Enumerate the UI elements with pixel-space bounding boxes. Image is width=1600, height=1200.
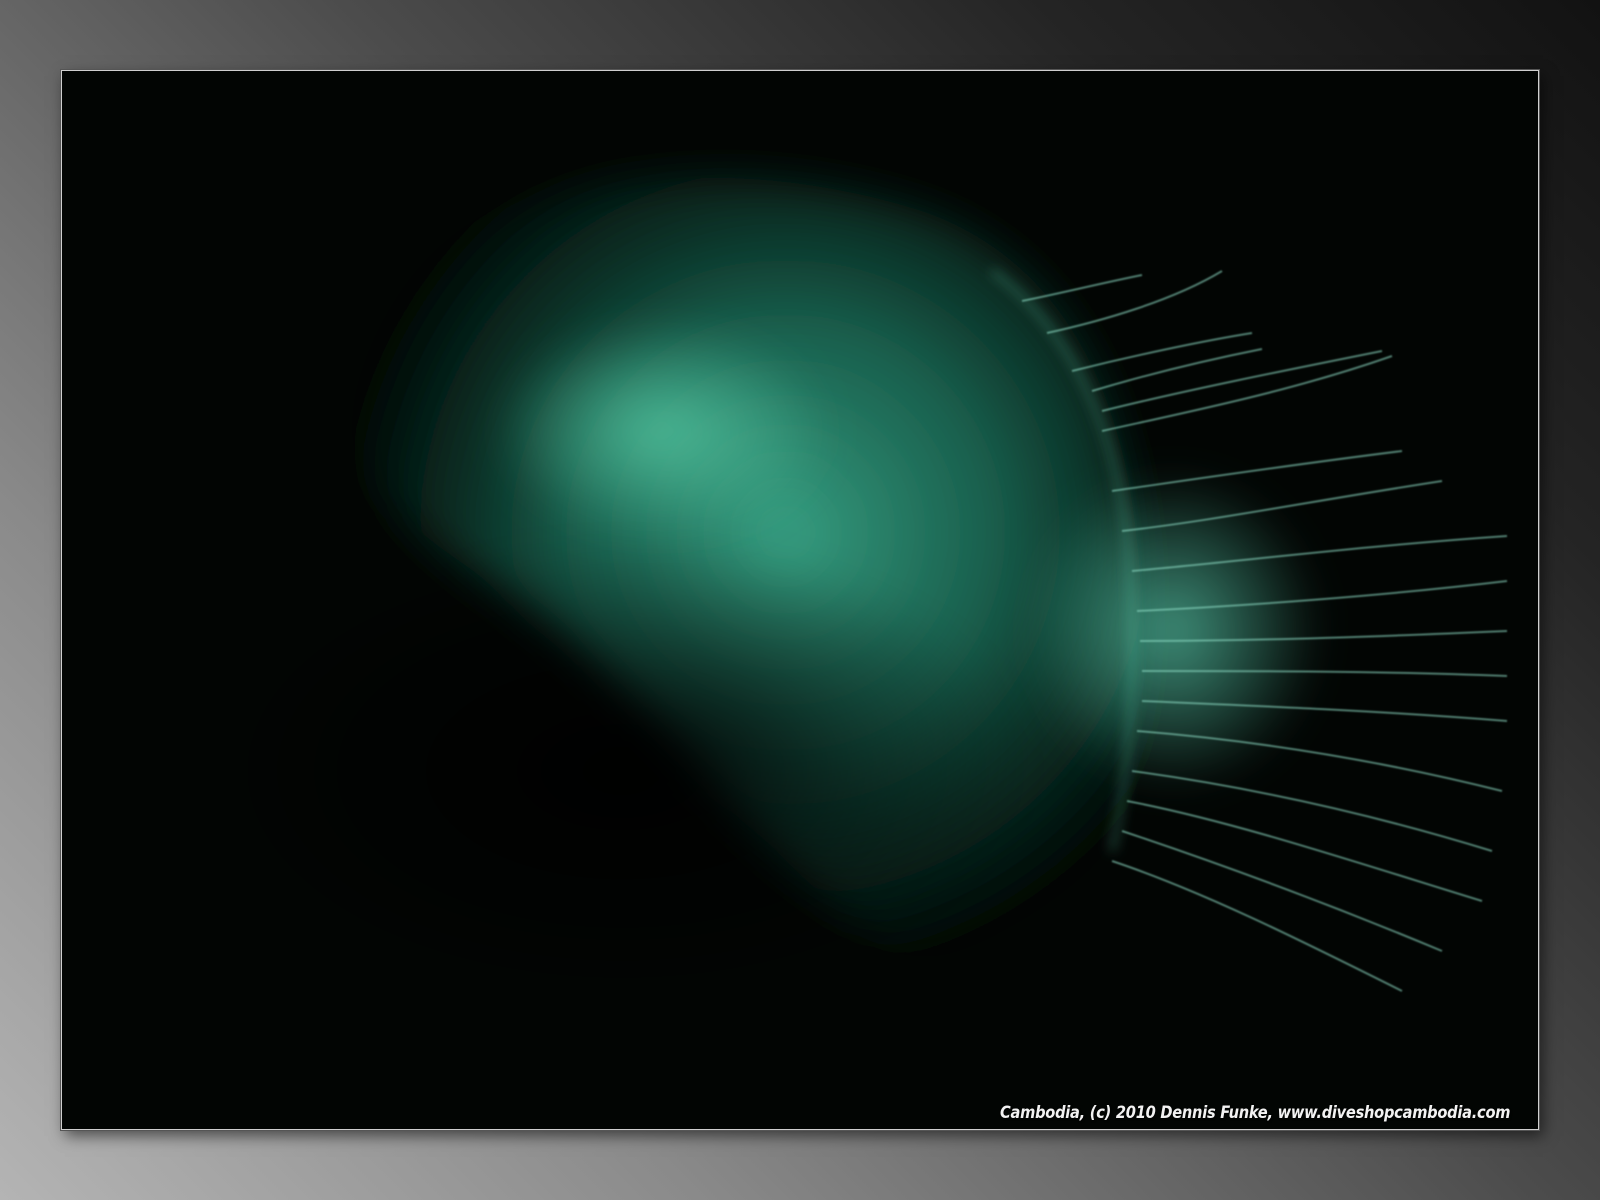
photo-caption: Cambodia, (c) 2010 Dennis Funke, www.div…	[999, 1103, 1510, 1123]
jellyfish-icon	[62, 71, 1538, 1129]
jellyfish-photo: Cambodia, (c) 2010 Dennis Funke, www.div…	[61, 70, 1539, 1130]
